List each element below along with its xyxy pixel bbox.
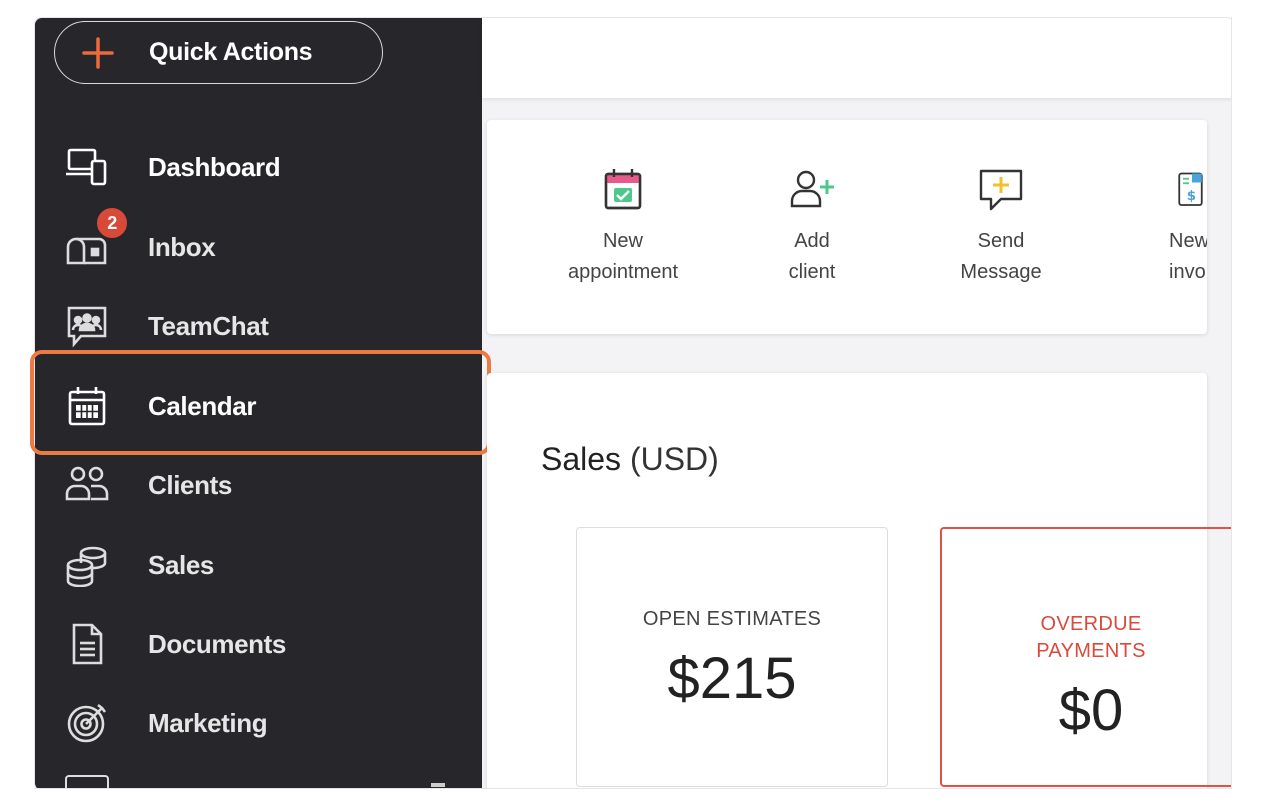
tile-label-line2: Message: [960, 261, 1042, 283]
tile-label-line1: Add: [794, 230, 830, 252]
frame-bottom-border: [34, 788, 1232, 789]
unread-badge: 2: [95, 206, 129, 240]
tile-label-line2: client: [788, 261, 836, 283]
new-appointment-icon: [543, 160, 703, 220]
stat-value: $0: [1058, 678, 1124, 743]
send-message-tile[interactable]: Send Message: [921, 160, 1081, 288]
clients-icon: [65, 463, 109, 507]
sidebar-item-label: Documents: [148, 628, 286, 659]
frame-bottom-clip: [0, 789, 1268, 812]
sales-title: Sales (USD): [541, 441, 719, 478]
open-estimates-card[interactable]: OPEN ESTIMATES $215: [576, 527, 888, 787]
sidebar-item-clients[interactable]: Clients: [35, 446, 482, 524]
stat-value: $215: [667, 646, 797, 711]
new-invoice-tile[interactable]: $ New invoi: [1109, 160, 1207, 288]
quick-actions-label: Quick Actions: [149, 38, 313, 66]
partial-next-item-chevron: [431, 783, 445, 787]
sales-icon: [65, 543, 109, 588]
stat-label-line1: OVERDUE: [1040, 613, 1142, 635]
overdue-payments-card[interactable]: OVERDUE PAYMENTS $0: [940, 527, 1240, 787]
new-invoice-icon: $: [1109, 160, 1207, 220]
dashboard-icon: [65, 145, 109, 189]
stat-label-line2: PAYMENTS: [1036, 640, 1146, 662]
tile-label-line2: appointment: [567, 261, 679, 283]
sidebar-item-teamchat[interactable]: TeamChat: [35, 287, 482, 365]
tile-label-line1: New: [602, 230, 643, 252]
sidebar-item-marketing[interactable]: Marketing: [35, 684, 482, 762]
stat-label: OVERDUE PAYMENTS: [942, 611, 1240, 665]
sidebar-item-sales[interactable]: Sales: [35, 526, 482, 604]
sidebar-item-label: Dashboard: [148, 151, 281, 182]
quick-actions-card: New appointment Add client Send Message: [487, 120, 1207, 334]
sales-currency: (USD): [629, 441, 719, 477]
add-client-tile[interactable]: Add client: [732, 160, 892, 288]
sidebar-item-label: Inbox: [148, 231, 216, 262]
tile-label-line1: Send: [977, 230, 1025, 252]
frame-right-border: [1231, 17, 1232, 789]
documents-icon: [65, 622, 109, 666]
quick-actions-button[interactable]: Quick Actions: [54, 21, 383, 84]
new-appointment-tile[interactable]: New appointment: [543, 160, 703, 288]
sidebar-item-label: Calendar: [148, 390, 257, 421]
sidebar-item-inbox[interactable]: 2 Inbox: [35, 206, 482, 286]
sales-card: Sales (USD) OPEN ESTIMATES $215 OVERDUE …: [487, 373, 1240, 793]
teamchat-icon: [65, 304, 109, 348]
calendar-icon: [65, 384, 109, 428]
sidebar-item-label: Sales: [148, 549, 214, 580]
sidebar-item-dashboard[interactable]: Dashboard: [35, 128, 482, 206]
sidebar-item-label: TeamChat: [148, 310, 269, 341]
top-bar: [482, 18, 1233, 98]
sidebar-item-calendar[interactable]: Calendar: [35, 367, 482, 445]
tile-label-line2: invoi: [1169, 261, 1207, 283]
svg-text:$: $: [1187, 188, 1196, 204]
stat-label: OPEN ESTIMATES: [642, 608, 822, 630]
tile-label-line1: New: [1169, 230, 1207, 252]
sidebar-item-documents[interactable]: Documents: [35, 605, 482, 683]
send-message-icon: [921, 160, 1081, 220]
sidebar-item-label: Clients: [148, 469, 232, 500]
frame-right-clip: [1231, 0, 1268, 812]
sidebar-item-label: Marketing: [148, 707, 268, 738]
plus-icon: [82, 36, 114, 69]
add-client-icon: [732, 160, 892, 220]
sales-title-text: Sales: [541, 441, 622, 477]
sidebar: Quick Actions Dashboard 2 Inbox TeamChat…: [35, 18, 482, 790]
marketing-icon: [65, 701, 109, 745]
